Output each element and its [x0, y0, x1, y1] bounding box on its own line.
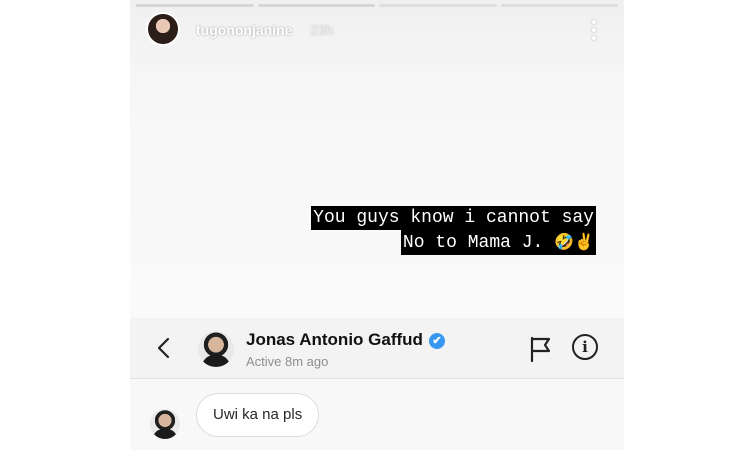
info-icon[interactable]: i: [572, 334, 598, 360]
caption-emoji: 🤣✌️: [554, 232, 594, 251]
instagram-screen: tugononjanine 23h You guys know i cannot…: [130, 0, 624, 450]
conversation-header: Jonas Antonio Gaffud ✔ Active 8m ago i: [130, 318, 624, 379]
message-bubble[interactable]: Uwi ka na pls: [196, 393, 320, 437]
back-chevron-icon[interactable]: [154, 336, 174, 360]
caption-line-1: You guys know i cannot say: [311, 206, 596, 230]
progress-segment: [136, 4, 254, 7]
message-thread: Uwi ka na pls: [130, 379, 624, 450]
flag-icon[interactable]: [528, 336, 552, 362]
story-progress-bar: [136, 4, 618, 7]
active-status: Active 8m ago: [246, 354, 329, 369]
sender-avatar[interactable]: [150, 409, 180, 439]
contact-avatar[interactable]: [198, 331, 234, 367]
story-timestamp: 23h: [310, 22, 334, 38]
contact-name[interactable]: Jonas Antonio Gaffud ✔: [246, 330, 445, 350]
progress-segment: [379, 4, 497, 7]
more-options-icon[interactable]: [588, 20, 600, 40]
story-username[interactable]: tugononjanine: [196, 22, 292, 38]
story-author-avatar[interactable]: [146, 12, 180, 46]
progress-segment: [500, 4, 618, 7]
verified-badge-icon: ✔: [428, 333, 445, 349]
progress-segment: [257, 4, 375, 7]
story-caption: You guys know i cannot say No to Mama J.…: [311, 206, 596, 255]
caption-line-2: No to Mama J. 🤣✌️: [400, 230, 596, 255]
story-view[interactable]: tugononjanine 23h You guys know i cannot…: [130, 0, 624, 318]
